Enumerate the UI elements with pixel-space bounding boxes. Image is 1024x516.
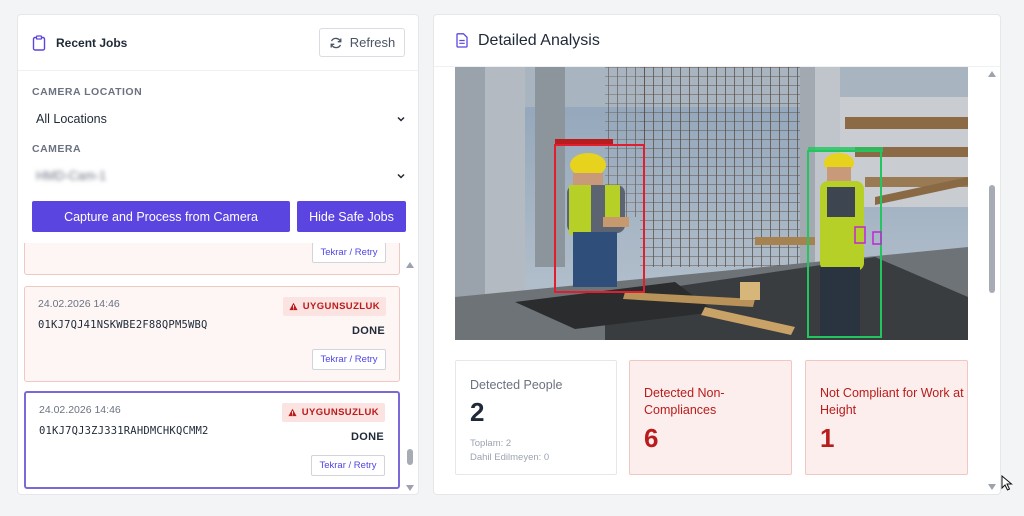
stat-label: Detected People: [470, 378, 563, 392]
retry-button[interactable]: Tekrar / Retry: [312, 243, 386, 263]
analysis-scrollbar[interactable]: [988, 71, 996, 493]
job-date: 24.02.2026 14:46: [39, 404, 121, 416]
job-card-selected[interactable]: 24.02.2026 14:46 01KJ7QJ3ZJ331RAHDMCHKQC…: [24, 391, 400, 489]
job-status: DONE: [352, 325, 385, 337]
scroll-up-arrow[interactable]: [406, 262, 414, 268]
status-badge: UYGUNSUZLUK: [281, 403, 385, 422]
job-card[interactable]: 24.02.2026 14:46 01KJ7QJ41NSKWBE2F88QPM5…: [24, 286, 400, 382]
scroll-thumb[interactable]: [989, 185, 995, 294]
scroll-up-arrow[interactable]: [988, 71, 996, 77]
status-badge: UYGUNSUZLUK: [282, 297, 386, 316]
stat-label: Not Compliant for Work at Height: [820, 386, 964, 417]
recent-jobs-title-text: Recent Jobs: [56, 35, 128, 50]
job-date: 24.02.2026 14:46: [38, 298, 120, 310]
detailed-analysis-panel: Detailed Analysis Detected People 2 Topl…: [433, 14, 1001, 495]
stat-sub-excluded: Dahil Edilmeyen: 0: [470, 452, 550, 463]
retry-button[interactable]: Tekrar / Retry: [312, 349, 386, 370]
construction-site-photo: [455, 67, 968, 340]
refresh-button[interactable]: Refresh: [319, 28, 405, 57]
retry-button[interactable]: Tekrar / Retry: [311, 455, 385, 476]
stat-work-at-height: Not Compliant for Work at Height 1: [805, 360, 968, 475]
mouse-cursor-icon: [1001, 475, 1013, 491]
job-id: 01KJ7QJ41NSKWBE2F88QPM5WBQ: [38, 319, 208, 331]
job-list-scrollbar[interactable]: [406, 253, 414, 494]
camera-select[interactable]: HMD-Cam-1: [32, 165, 406, 187]
job-status: DONE: [351, 431, 384, 443]
job-card[interactable]: Tekrar / Retry: [24, 243, 400, 275]
status-badge-text: UYGUNSUZLUK: [302, 301, 380, 312]
job-id: 01KJ7QJ3ZJ331RAHDMCHKQCMM2: [39, 425, 209, 437]
recent-jobs-header: Recent Jobs Refresh: [18, 15, 418, 71]
analysis-image: [455, 67, 968, 340]
camera-location-value: All Locations: [36, 112, 107, 126]
warning-icon: [288, 408, 297, 417]
refresh-icon: [330, 37, 342, 48]
recent-jobs-panel: Recent Jobs Refresh CAMERA LOCATION All …: [17, 14, 419, 495]
detailed-analysis-header: Detailed Analysis: [434, 15, 1000, 67]
chevron-down-icon: [397, 116, 405, 122]
refresh-label: Refresh: [349, 35, 396, 50]
clipboard-icon: [32, 34, 46, 51]
recent-jobs-title: Recent Jobs: [32, 34, 128, 51]
chevron-down-icon: [397, 173, 405, 179]
stat-non-compliances: Detected Non-Compliances 6: [629, 360, 792, 475]
stat-value: 6: [644, 423, 659, 453]
camera-value: HMD-Cam-1: [36, 169, 107, 183]
scroll-thumb[interactable]: [407, 449, 413, 466]
stat-label: Detected Non-Compliances: [644, 386, 725, 417]
detailed-analysis-title: Detailed Analysis: [478, 31, 600, 49]
warning-icon: [289, 302, 298, 311]
hide-safe-jobs-button[interactable]: Hide Safe Jobs: [297, 201, 406, 232]
document-icon: [456, 33, 468, 48]
job-list: Tekrar / Retry 24.02.2026 14:46 01KJ7QJ4…: [18, 243, 418, 494]
scroll-down-arrow[interactable]: [988, 484, 996, 490]
stat-value: 2: [470, 397, 485, 427]
stat-detected-people: Detected People 2 Toplam: 2 Dahil Edilme…: [455, 360, 617, 475]
stat-value: 1: [820, 423, 835, 453]
camera-location-label: CAMERA LOCATION: [32, 86, 143, 98]
camera-location-select[interactable]: All Locations: [32, 108, 406, 130]
stat-sub-total: Toplam: 2: [470, 438, 512, 449]
status-badge-text: UYGUNSUZLUK: [301, 407, 379, 418]
capture-process-button[interactable]: Capture and Process from Camera: [32, 201, 290, 232]
camera-label: CAMERA: [32, 143, 82, 155]
scroll-down-arrow[interactable]: [406, 485, 414, 491]
